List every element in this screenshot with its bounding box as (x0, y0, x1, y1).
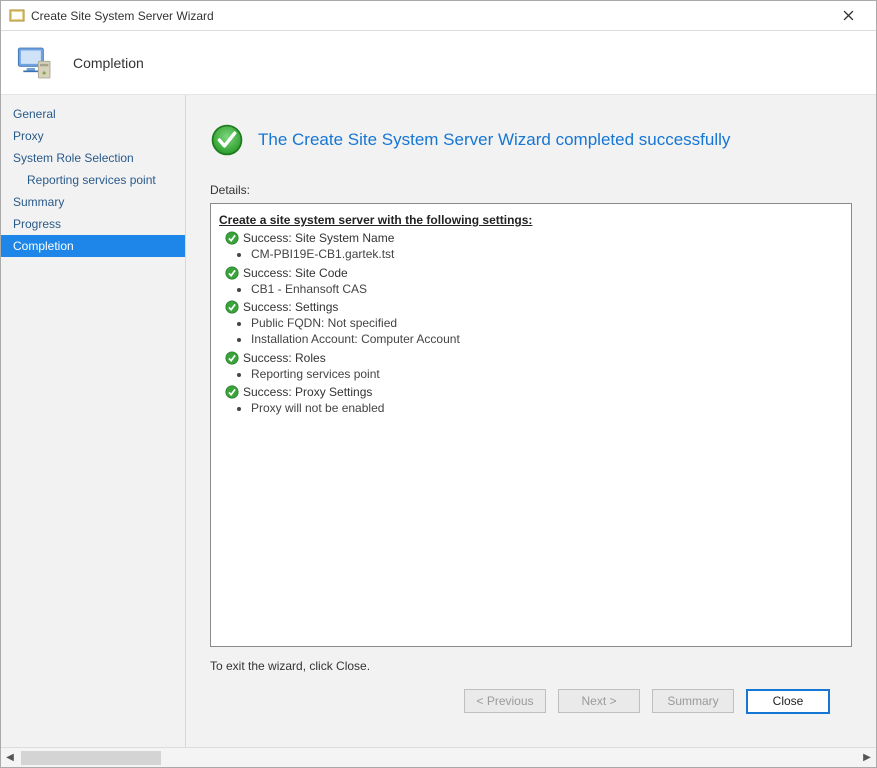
next-button[interactable]: Next > (558, 689, 640, 713)
result-line: Public FQDN: Not specified (251, 315, 843, 331)
scroll-track[interactable] (19, 751, 858, 765)
monitor-icon (15, 43, 55, 83)
page-title: Completion (73, 55, 144, 71)
result-item: Success: Site CodeCB1 - Enhansoft CAS (225, 265, 843, 297)
result-line: CM-PBI19E-CB1.gartek.tst (251, 246, 843, 262)
scroll-thumb[interactable] (21, 751, 161, 765)
result-title: Success: Site System Name (243, 230, 394, 246)
sidebar-item-proxy[interactable]: Proxy (1, 125, 185, 147)
result-line: Proxy will not be enabled (251, 400, 843, 416)
sidebar-item-system-role-selection[interactable]: System Role Selection (1, 147, 185, 169)
titlebar: Create Site System Server Wizard (1, 1, 876, 31)
result-item: Success: Proxy SettingsProxy will not be… (225, 384, 843, 416)
check-icon (225, 351, 239, 365)
details-box: Create a site system server with the fol… (210, 203, 852, 647)
result-head: Success: Site System Name (225, 230, 843, 246)
result-lines: CM-PBI19E-CB1.gartek.tst (251, 246, 843, 262)
wizard-sidebar: GeneralProxySystem Role SelectionReporti… (1, 95, 186, 747)
result-head: Success: Settings (225, 299, 843, 315)
summary-button[interactable]: Summary (652, 689, 734, 713)
wizard-main: The Create Site System Server Wizard com… (186, 95, 876, 747)
result-title: Success: Site Code (243, 265, 348, 281)
previous-button[interactable]: < Previous (464, 689, 546, 713)
sidebar-item-general[interactable]: General (1, 103, 185, 125)
result-lines: CB1 - Enhansoft CAS (251, 281, 843, 297)
success-message: The Create Site System Server Wizard com… (258, 130, 730, 150)
sidebar-item-reporting-services-point[interactable]: Reporting services point (1, 169, 185, 191)
sidebar-item-completion[interactable]: Completion (1, 235, 185, 257)
result-line: CB1 - Enhansoft CAS (251, 281, 843, 297)
scroll-right-arrow[interactable]: ▶ (858, 749, 876, 767)
result-head: Success: Roles (225, 350, 843, 366)
sidebar-item-progress[interactable]: Progress (1, 213, 185, 235)
check-icon (225, 266, 239, 280)
result-item: Success: Site System NameCM-PBI19E-CB1.g… (225, 230, 843, 262)
result-head: Success: Proxy Settings (225, 384, 843, 400)
check-icon (225, 300, 239, 314)
window-close-button[interactable] (828, 2, 868, 30)
wizard-window: Create Site System Server Wizard Complet… (0, 0, 877, 768)
close-icon (843, 10, 854, 21)
result-lines: Public FQDN: Not specifiedInstallation A… (251, 315, 843, 347)
result-head: Success: Site Code (225, 265, 843, 281)
result-line: Installation Account: Computer Account (251, 331, 843, 347)
details-label: Details: (210, 183, 852, 197)
check-icon (225, 231, 239, 245)
result-title: Success: Roles (243, 350, 326, 366)
success-check-icon (210, 123, 244, 157)
close-button[interactable]: Close (746, 689, 830, 714)
result-line: Reporting services point (251, 366, 843, 382)
wizard-footer: < Previous Next > Summary Close (210, 673, 852, 729)
window-title: Create Site System Server Wizard (31, 9, 828, 23)
success-banner: The Create Site System Server Wizard com… (210, 123, 852, 157)
result-title: Success: Proxy Settings (243, 384, 372, 400)
sidebar-item-summary[interactable]: Summary (1, 191, 185, 213)
result-title: Success: Settings (243, 299, 338, 315)
check-icon (225, 385, 239, 399)
result-item: Success: RolesReporting services point (225, 350, 843, 382)
wizard-body: GeneralProxySystem Role SelectionReporti… (1, 95, 876, 747)
result-item: Success: SettingsPublic FQDN: Not specif… (225, 299, 843, 348)
exit-instruction: To exit the wizard, click Close. (210, 659, 852, 673)
horizontal-scrollbar[interactable]: ◀ ▶ (1, 747, 876, 767)
details-heading: Create a site system server with the fol… (219, 212, 843, 228)
wizard-header: Completion (1, 31, 876, 95)
result-lines: Reporting services point (251, 366, 843, 382)
result-lines: Proxy will not be enabled (251, 400, 843, 416)
scroll-left-arrow[interactable]: ◀ (1, 749, 19, 767)
wizard-icon (9, 8, 25, 24)
